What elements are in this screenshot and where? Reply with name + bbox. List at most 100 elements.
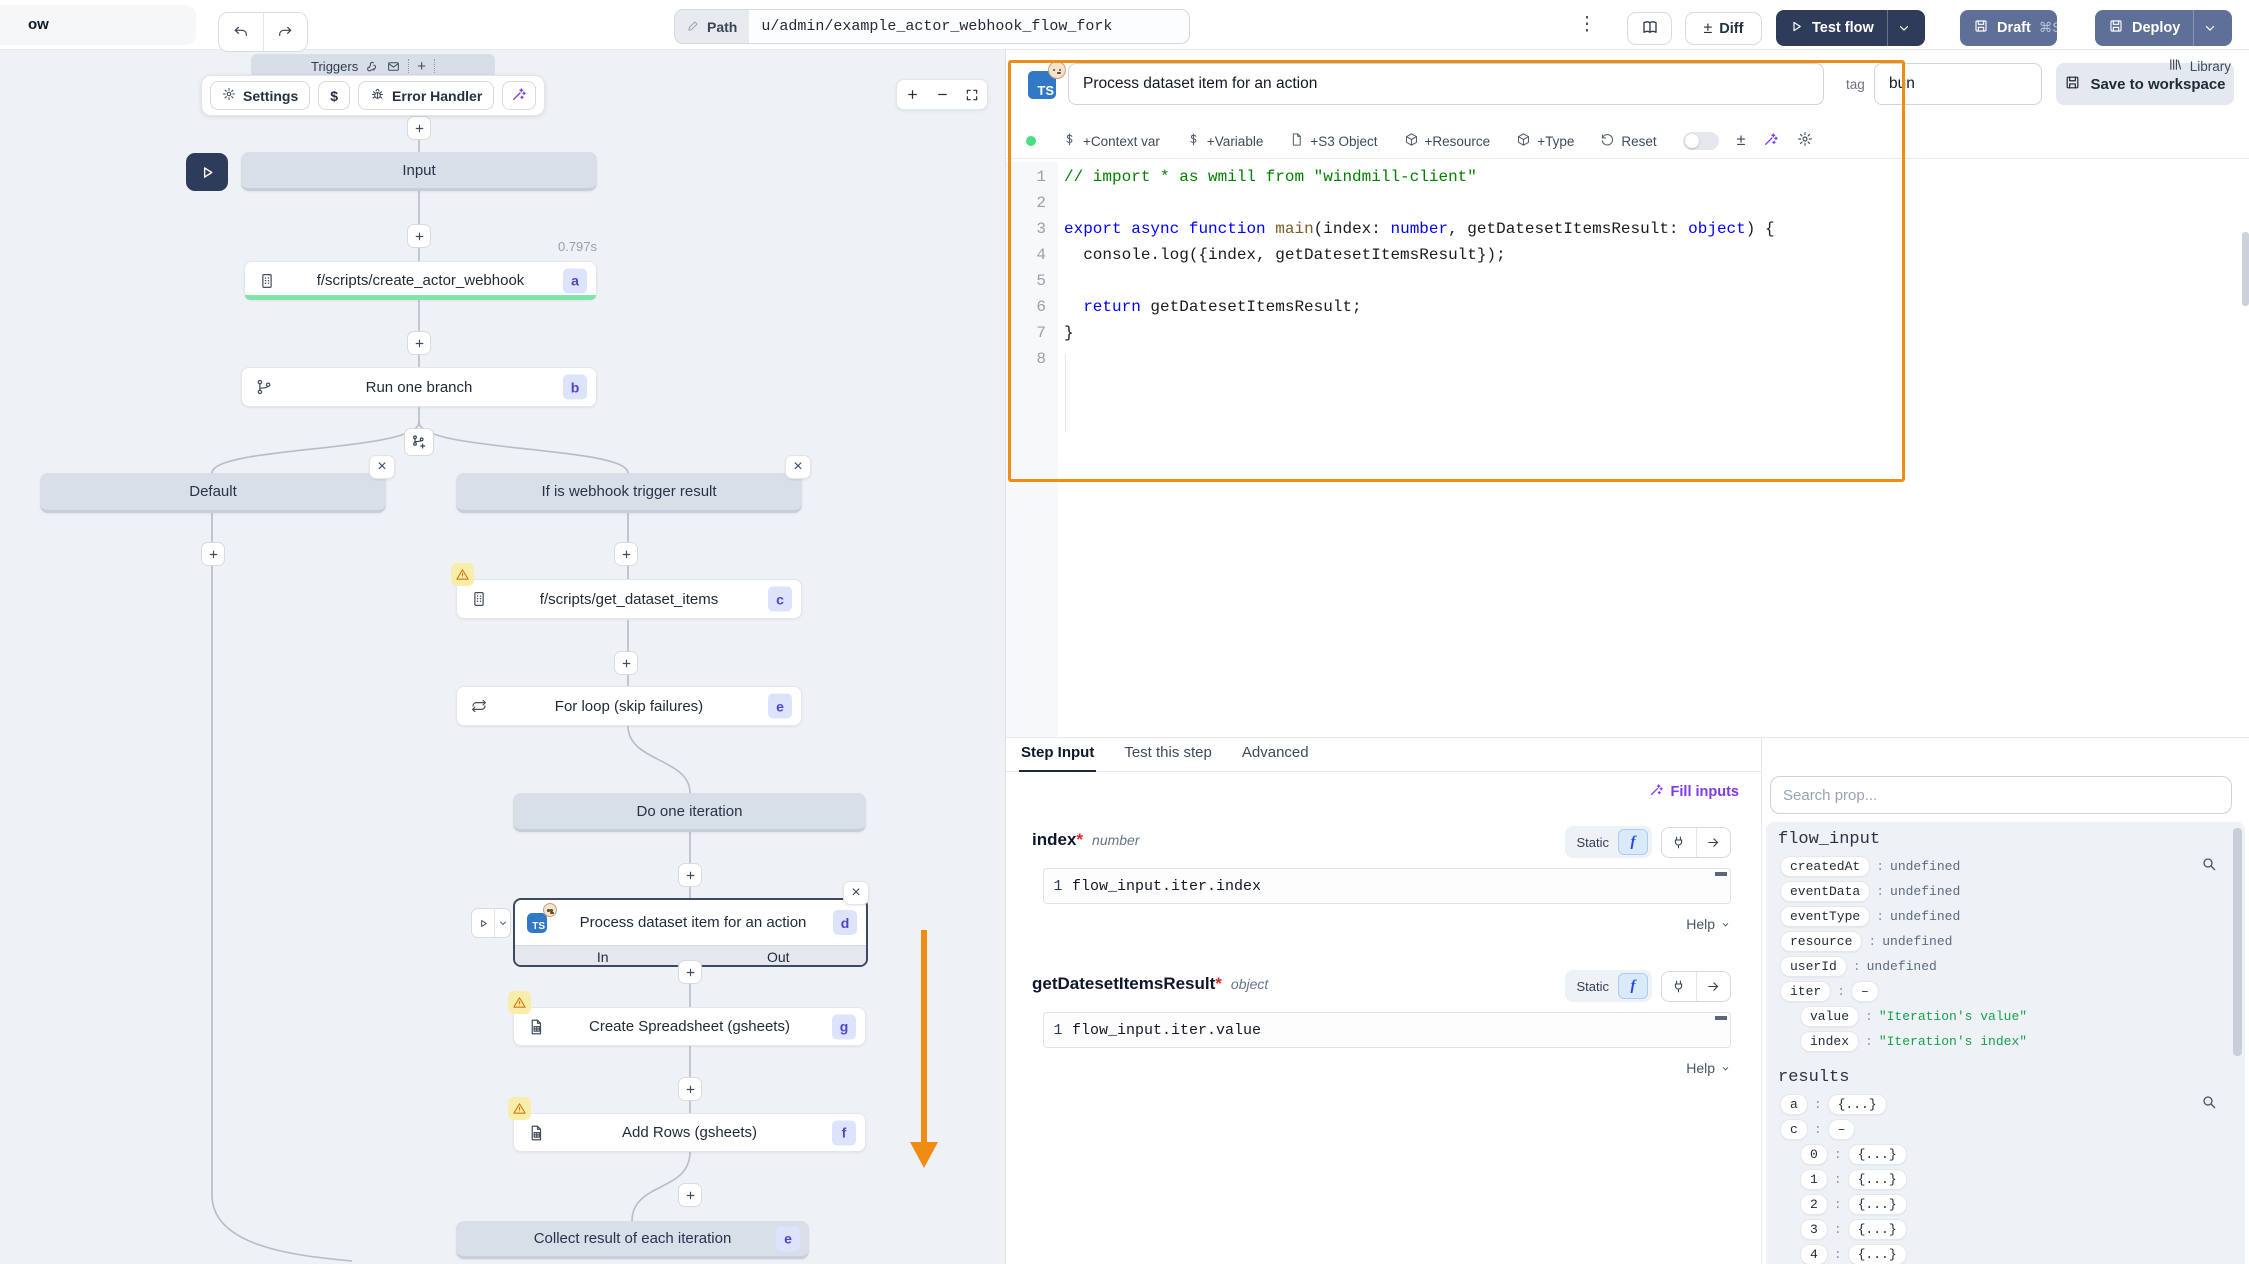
flow-node-process-dataset-item[interactable]: TSProcess dataset item for an actiondInO… [513, 898, 868, 967]
flow-node-branch-if-webhook[interactable]: If is webhook trigger result [456, 473, 802, 513]
insert-step-button[interactable] [614, 542, 638, 566]
diff-button[interactable]: ± Diff [1685, 12, 1762, 45]
prop-row-a[interactable]: a:{...} [1778, 1092, 2233, 1117]
prop-row-eventData[interactable]: eventData:undefined [1778, 879, 2233, 904]
tab-advanced[interactable]: Advanced [1242, 744, 1309, 771]
tab-test-this-step[interactable]: Test this step [1124, 744, 1212, 771]
flow-node-branch-default[interactable]: Default [40, 473, 386, 513]
draft-button[interactable]: Draft ⌘S [1960, 10, 2057, 46]
code-editor[interactable]: 1// import * as wmill from "windmill-cli… [1006, 162, 2249, 737]
prop-key[interactable]: 0 [1800, 1144, 1828, 1165]
insert-step-button[interactable] [407, 331, 431, 355]
insert-step-button[interactable] [678, 863, 702, 887]
expression-input-index[interactable]: 1flow_input.iter.index [1043, 868, 1731, 904]
prop-key[interactable]: resource [1780, 931, 1862, 952]
branch-close-button[interactable]: × [785, 455, 811, 479]
flow-node-create-webhook[interactable]: f/scripts/create_actor_webhooka [244, 261, 597, 300]
zoom-in-button[interactable] [905, 87, 920, 102]
diff-mode-toggle[interactable] [1683, 132, 1719, 150]
code-line-5[interactable]: 5 [1006, 268, 2249, 294]
docs-button[interactable] [1627, 12, 1672, 45]
prop-key[interactable]: 2 [1800, 1194, 1828, 1215]
prop-key[interactable]: c [1780, 1119, 1808, 1140]
flow-node-collect-result[interactable]: Collect result of each iteratione [456, 1221, 809, 1259]
code-line-1[interactable]: 1// import * as wmill from "windmill-cli… [1006, 164, 2249, 190]
step-title-input[interactable] [1068, 63, 1824, 105]
plug-icon[interactable] [1662, 972, 1697, 1001]
search-prop-input[interactable] [1770, 776, 2232, 814]
plug-icon[interactable] [1662, 828, 1697, 857]
toolbar--variable-button[interactable]: +Variable [1186, 132, 1263, 150]
toolbar--context-var-button[interactable]: +Context var [1062, 132, 1160, 150]
code-line-2[interactable]: 2 [1006, 190, 2249, 216]
prop-key[interactable]: a [1780, 1094, 1808, 1115]
branch-close-button[interactable]: × [369, 455, 395, 479]
code-line-7[interactable]: 7} [1006, 320, 2249, 346]
prop-key[interactable]: iter [1780, 981, 1831, 1002]
help-toggle-getDatesetItemsResult[interactable]: Help [1686, 1060, 1731, 1076]
search-icon[interactable] [2201, 1094, 2217, 1115]
prop-key[interactable]: 1 [1800, 1169, 1828, 1190]
flow-node-do-one-iteration[interactable]: Do one iteration [513, 793, 866, 832]
arrow-right-icon[interactable] [1697, 828, 1731, 857]
flow-node-for-loop[interactable]: For loop (skip failures)e [456, 686, 802, 726]
insert-step-button[interactable] [201, 542, 225, 566]
code-line-6[interactable]: 6 return getDatesetItemsResult; [1006, 294, 2249, 320]
settings-button[interactable]: Settings [210, 81, 310, 110]
input-mode-toggle[interactable]: Staticf [1565, 826, 1652, 858]
editor-settings-gear-icon[interactable] [1797, 131, 1813, 152]
add-trigger-button[interactable]: + [417, 58, 426, 75]
search-icon[interactable] [2201, 856, 2217, 877]
prop-row-resource[interactable]: resource:undefined [1778, 929, 2233, 954]
more-options-button[interactable]: ⋮ [1576, 11, 1598, 39]
prop-row-4[interactable]: 4:{...} [1778, 1242, 2233, 1264]
run-flow-button[interactable] [186, 153, 228, 191]
prop-key[interactable]: createdAt [1780, 856, 1870, 877]
prop-row-iter[interactable]: iter:– [1778, 979, 2233, 1004]
prop-row-createdAt[interactable]: createdAt:undefined [1778, 854, 2233, 879]
code-line-8[interactable]: 8 [1006, 346, 2249, 372]
prop-key[interactable]: value [1800, 1006, 1859, 1027]
prop-key[interactable]: eventData [1780, 881, 1870, 902]
node-close-button[interactable]: × [843, 881, 869, 905]
error-handler-button[interactable]: Error Handler [358, 81, 494, 110]
code-line-3[interactable]: 3export async function main(index: numbe… [1006, 216, 2249, 242]
props-scrollbar[interactable] [2233, 828, 2242, 1056]
arrow-right-icon[interactable] [1697, 972, 1731, 1001]
node-out-label[interactable]: Out [691, 949, 867, 965]
fill-inputs-button[interactable]: Fill inputs [1649, 782, 1739, 801]
prop-key[interactable]: userId [1780, 956, 1847, 977]
javascript-mode-chip[interactable]: f [1618, 973, 1648, 999]
input-mode-toggle[interactable]: Staticf [1565, 970, 1652, 1002]
deploy-dropdown[interactable] [2193, 10, 2226, 46]
zoom-out-button[interactable] [935, 87, 950, 102]
node-in-label[interactable]: In [515, 949, 691, 965]
toolbar--type-button[interactable]: +Type [1516, 132, 1574, 150]
toolbar--resource-button[interactable]: +Resource [1404, 132, 1491, 150]
run-step-split-button[interactable] [471, 908, 511, 938]
flow-canvas[interactable]: Triggers + Settings $ Error Handler [0, 50, 1006, 1264]
prop-row-value[interactable]: value:"Iteration's value" [1778, 1004, 2233, 1029]
prop-key[interactable]: 4 [1800, 1244, 1828, 1264]
prop-row-3[interactable]: 3:{...} [1778, 1217, 2233, 1242]
flow-node-get-dataset-items[interactable]: f/scripts/get_dataset_itemsc [456, 579, 802, 619]
prop-row-c[interactable]: c:– [1778, 1117, 2233, 1142]
undo-button[interactable] [219, 13, 264, 51]
path-input[interactable] [749, 10, 1189, 43]
plus-minus-icon[interactable]: ± [1737, 132, 1746, 150]
prop-row-0[interactable]: 0:{...} [1778, 1142, 2233, 1167]
prop-row-2[interactable]: 2:{...} [1778, 1192, 2233, 1217]
prop-row-1[interactable]: 1:{...} [1778, 1167, 2233, 1192]
test-flow-button[interactable]: Test flow [1776, 10, 1925, 46]
library-button[interactable]: Library [2168, 50, 2231, 82]
flow-node-add-rows[interactable]: Add Rows (gsheets)f [513, 1113, 866, 1152]
insert-step-button[interactable] [678, 1077, 702, 1101]
prop-row-index[interactable]: index:"Iteration's index" [1778, 1029, 2233, 1054]
insert-step-button[interactable] [678, 1183, 702, 1207]
tab-step-input[interactable]: Step Input [1021, 744, 1094, 771]
run-step-dropdown[interactable] [495, 909, 510, 937]
run-step-icon[interactable] [472, 909, 495, 937]
test-flow-dropdown[interactable] [1887, 10, 1920, 46]
prop-key[interactable]: eventType [1780, 906, 1870, 927]
expression-input-getDatesetItemsResult[interactable]: 1flow_input.iter.value [1043, 1012, 1731, 1048]
